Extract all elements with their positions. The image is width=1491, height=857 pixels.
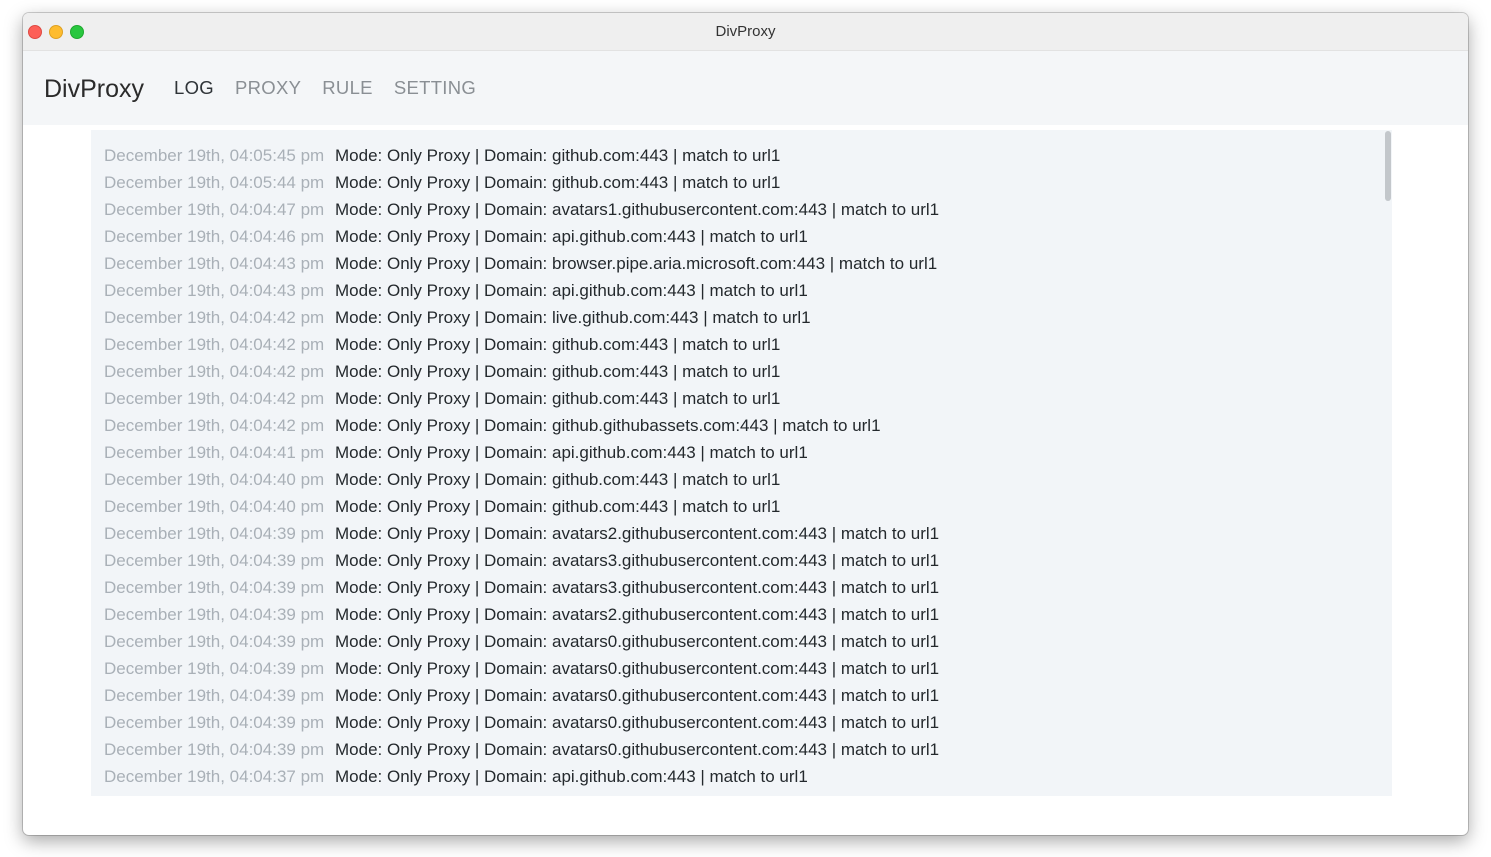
log-message: Mode: Only Proxy | Domain: avatars2.gith… xyxy=(335,605,940,624)
title-bar: DivProxy xyxy=(23,13,1468,51)
log-row: December 19th, 04:04:43 pm Mode: Only Pro… xyxy=(104,277,1392,304)
log-message: Mode: Only Proxy | Domain: github.com:44… xyxy=(335,173,781,192)
log-timestamp: December 19th, 04:04:42 pm xyxy=(104,335,325,354)
navbar: DivProxy LOG PROXY RULE SETTING xyxy=(23,51,1468,125)
log-message: Mode: Only Proxy | Domain: api.github.co… xyxy=(335,227,808,246)
nav-log[interactable]: LOG xyxy=(174,77,214,99)
log-row: December 19th, 04:04:39 pm Mode: Only Pro… xyxy=(104,682,1392,709)
log-message: Mode: Only Proxy | Domain: avatars3.gith… xyxy=(335,578,940,597)
log-row: December 19th, 04:04:42 pm Mode: Only Pro… xyxy=(104,358,1392,385)
log-message: Mode: Only Proxy | Domain: github.com:44… xyxy=(335,335,781,354)
log-message: Mode: Only Proxy | Domain: github.com:44… xyxy=(335,470,781,489)
log-timestamp: December 19th, 04:04:46 pm xyxy=(104,227,325,246)
log-row: December 19th, 04:04:39 pm Mode: Only Pro… xyxy=(104,547,1392,574)
log-row: December 19th, 04:04:39 pm Mode: Only Pro… xyxy=(104,655,1392,682)
log-timestamp: December 19th, 04:05:45 pm xyxy=(104,146,325,165)
log-row: December 19th, 04:05:45 pm Mode: Only Pro… xyxy=(104,142,1392,169)
log-row: December 19th, 04:04:42 pm Mode: Only Pro… xyxy=(104,304,1392,331)
log-timestamp: December 19th, 04:04:39 pm xyxy=(104,632,325,651)
log-message: Mode: Only Proxy | Domain: avatars0.gith… xyxy=(335,632,940,651)
scrollbar-thumb[interactable] xyxy=(1385,131,1391,201)
log-message: Mode: Only Proxy | Domain: api.github.co… xyxy=(335,443,808,462)
log-row: December 19th, 04:05:44 pm Mode: Only Pro… xyxy=(104,169,1392,196)
log-row: December 19th, 04:04:40 pm Mode: Only Pro… xyxy=(104,493,1392,520)
log-list: December 19th, 04:05:45 pm Mode: Only Pro… xyxy=(91,130,1392,790)
log-message: Mode: Only Proxy | Domain: avatars2.gith… xyxy=(335,524,940,543)
log-message: Mode: Only Proxy | Domain: github.com:44… xyxy=(335,389,781,408)
log-row: December 19th, 04:04:46 pm Mode: Only Pro… xyxy=(104,223,1392,250)
log-message: Mode: Only Proxy | Domain: avatars0.gith… xyxy=(335,740,940,759)
log-timestamp: December 19th, 04:04:39 pm xyxy=(104,686,325,705)
log-timestamp: December 19th, 04:04:43 pm xyxy=(104,254,325,273)
log-timestamp: December 19th, 04:04:47 pm xyxy=(104,200,325,219)
log-timestamp: December 19th, 04:04:43 pm xyxy=(104,281,325,300)
log-row: December 19th, 04:04:39 pm Mode: Only Pro… xyxy=(104,736,1392,763)
log-message: Mode: Only Proxy | Domain: github.com:44… xyxy=(335,497,781,516)
log-timestamp: December 19th, 04:04:39 pm xyxy=(104,578,325,597)
log-timestamp: December 19th, 04:04:39 pm xyxy=(104,713,325,732)
log-timestamp: December 19th, 04:04:39 pm xyxy=(104,659,325,678)
nav-rule[interactable]: RULE xyxy=(322,77,373,99)
log-timestamp: December 19th, 04:04:40 pm xyxy=(104,497,325,516)
log-message: Mode: Only Proxy | Domain: avatars1.gith… xyxy=(335,200,940,219)
brand-logo[interactable]: DivProxy xyxy=(44,75,144,104)
log-row: December 19th, 04:04:39 pm Mode: Only Pro… xyxy=(104,601,1392,628)
log-panel: December 19th, 04:05:45 pm Mode: Only Pro… xyxy=(91,130,1392,796)
log-row: December 19th, 04:04:41 pm Mode: Only Pro… xyxy=(104,439,1392,466)
log-timestamp: December 19th, 04:04:42 pm xyxy=(104,362,325,381)
log-message: Mode: Only Proxy | Domain: github.com:44… xyxy=(335,146,781,165)
log-row: December 19th, 04:04:39 pm Mode: Only Pro… xyxy=(104,574,1392,601)
nav-proxy[interactable]: PROXY xyxy=(235,77,301,99)
log-timestamp: December 19th, 04:04:37 pm xyxy=(104,767,325,786)
log-timestamp: December 19th, 04:04:39 pm xyxy=(104,605,325,624)
log-message: Mode: Only Proxy | Domain: api.github.co… xyxy=(335,767,808,786)
log-row: December 19th, 04:04:42 pm Mode: Only Pro… xyxy=(104,331,1392,358)
log-message: Mode: Only Proxy | Domain: github.com:44… xyxy=(335,362,781,381)
log-timestamp: December 19th, 04:04:42 pm xyxy=(104,416,325,435)
log-timestamp: December 19th, 04:04:41 pm xyxy=(104,443,325,462)
log-message: Mode: Only Proxy | Domain: live.github.c… xyxy=(335,308,811,327)
log-row: December 19th, 04:04:39 pm Mode: Only Pro… xyxy=(104,520,1392,547)
nav-setting[interactable]: SETTING xyxy=(394,77,476,99)
log-timestamp: December 19th, 04:04:39 pm xyxy=(104,740,325,759)
log-message: Mode: Only Proxy | Domain: avatars3.gith… xyxy=(335,551,940,570)
log-scrollbar[interactable] xyxy=(1385,130,1392,796)
log-message: Mode: Only Proxy | Domain: avatars0.gith… xyxy=(335,659,940,678)
log-timestamp: December 19th, 04:04:42 pm xyxy=(104,308,325,327)
log-message: Mode: Only Proxy | Domain: avatars0.gith… xyxy=(335,713,940,732)
log-row: December 19th, 04:04:40 pm Mode: Only Pro… xyxy=(104,466,1392,493)
log-row: December 19th, 04:04:37 pm Mode: Only Pro… xyxy=(104,763,1392,790)
log-timestamp: December 19th, 04:04:39 pm xyxy=(104,551,325,570)
log-timestamp: December 19th, 04:05:44 pm xyxy=(104,173,325,192)
log-row: December 19th, 04:04:42 pm Mode: Only Pro… xyxy=(104,385,1392,412)
log-row: December 19th, 04:04:39 pm Mode: Only Pro… xyxy=(104,628,1392,655)
log-message: Mode: Only Proxy | Domain: avatars0.gith… xyxy=(335,686,940,705)
log-message: Mode: Only Proxy | Domain: browser.pipe.… xyxy=(335,254,938,273)
log-row: December 19th, 04:04:43 pm Mode: Only Pro… xyxy=(104,250,1392,277)
window-title: DivProxy xyxy=(715,23,776,40)
log-timestamp: December 19th, 04:04:42 pm xyxy=(104,389,325,408)
log-timestamp: December 19th, 04:04:40 pm xyxy=(104,470,325,489)
log-message: Mode: Only Proxy | Domain: github.github… xyxy=(335,416,881,435)
log-message: Mode: Only Proxy | Domain: api.github.co… xyxy=(335,281,808,300)
log-timestamp: December 19th, 04:04:39 pm xyxy=(104,524,325,543)
log-row: December 19th, 04:04:42 pm Mode: Only Pro… xyxy=(104,412,1392,439)
log-row: December 19th, 04:04:39 pm Mode: Only Pro… xyxy=(104,709,1392,736)
log-row: December 19th, 04:04:47 pm Mode: Only Pro… xyxy=(104,196,1392,223)
